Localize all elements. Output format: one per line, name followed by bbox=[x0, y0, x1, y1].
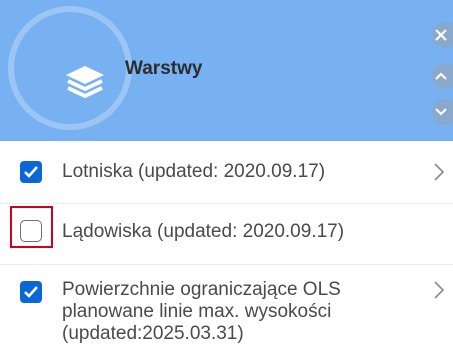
checkmark-icon bbox=[24, 286, 38, 298]
focus-highlight bbox=[10, 206, 53, 248]
move-down-button[interactable] bbox=[432, 99, 453, 125]
layer-item-ladowiska[interactable]: Lądowiska (updated: 2020.09.17) bbox=[0, 204, 453, 264]
layer-item-lotniska[interactable]: Lotniska (updated: 2020.09.17) bbox=[0, 141, 453, 203]
chevron-right-icon[interactable] bbox=[432, 279, 446, 301]
layer-label: Lądowiska (updated: 2020.09.17) bbox=[62, 221, 345, 242]
layer-item-ols[interactable]: Powierzchnie ograniczające OLS planowane… bbox=[0, 265, 453, 351]
move-up-button[interactable] bbox=[432, 63, 453, 89]
layers-button[interactable] bbox=[8, 6, 132, 130]
layer-label-line: Powierzchnie ograniczające OLS bbox=[62, 279, 341, 300]
close-button[interactable] bbox=[432, 22, 453, 48]
layer-label: Lotniska (updated: 2020.09.17) bbox=[62, 161, 326, 182]
close-icon bbox=[435, 29, 447, 41]
layers-icon bbox=[66, 66, 104, 98]
layer-label-line: planowane linie max. wysokości bbox=[62, 301, 332, 322]
chevron-up-icon bbox=[435, 72, 447, 80]
panel-title: Warstwy bbox=[125, 58, 203, 79]
chevron-down-icon bbox=[435, 108, 447, 116]
chevron-right-icon[interactable] bbox=[432, 161, 446, 183]
layer-checkbox-lotniska[interactable] bbox=[20, 161, 42, 183]
checkmark-icon bbox=[24, 166, 38, 178]
layer-label-line: (updated:2025.03.31) bbox=[62, 323, 244, 344]
layer-label: Powierzchnie ograniczające OLS planowane… bbox=[62, 279, 341, 345]
layers-panel-header: Warstwy bbox=[0, 0, 453, 141]
layer-checkbox-ols[interactable] bbox=[20, 281, 42, 303]
